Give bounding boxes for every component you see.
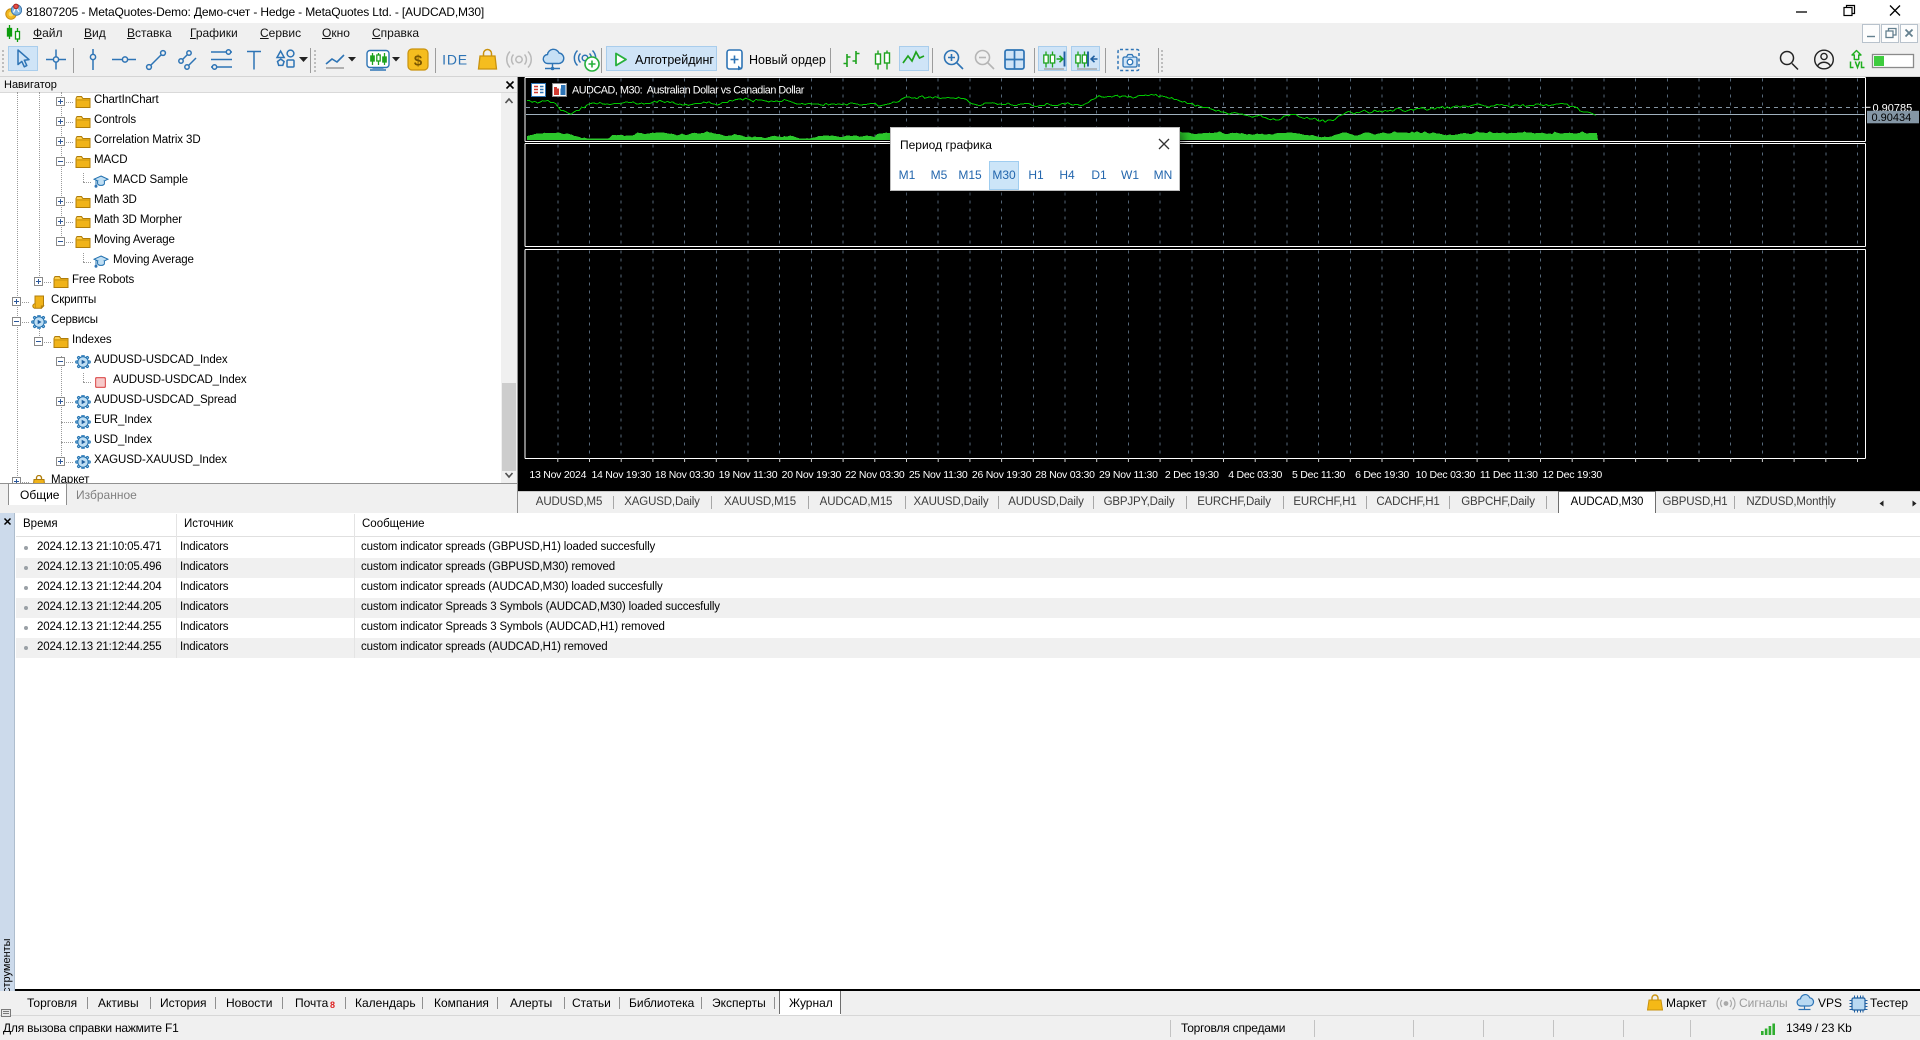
svg-text:13 Nov 2024: 13 Nov 2024	[529, 469, 586, 481]
svg-text:11 Dec 11:30: 11 Dec 11:30	[1480, 469, 1538, 481]
svg-text:$: $	[414, 53, 423, 70]
svg-text:Алготрейдинг: Алготрейдинг	[635, 53, 714, 67]
svg-text:19 Nov 11:30: 19 Nov 11:30	[719, 469, 778, 481]
svg-text:18 Nov 03:30: 18 Nov 03:30	[655, 469, 715, 481]
svg-text:20 Nov 19:30: 20 Nov 19:30	[782, 469, 842, 481]
svg-text:29 Nov 11:30: 29 Nov 11:30	[1099, 469, 1158, 481]
svg-text:22 Nov 03:30: 22 Nov 03:30	[845, 469, 905, 481]
svg-text:0.90434: 0.90434	[1872, 112, 1912, 124]
svg-text:Новый ордер: Новый ордер	[749, 53, 826, 67]
svg-text:28 Nov 03:30: 28 Nov 03:30	[1035, 469, 1095, 481]
svg-text:10 Dec 03:30: 10 Dec 03:30	[1416, 469, 1476, 481]
svg-text:26 Nov 19:30: 26 Nov 19:30	[972, 469, 1032, 481]
svg-text:4 Dec 03:30: 4 Dec 03:30	[1228, 469, 1282, 481]
svg-text:12 Dec 19:30: 12 Dec 19:30	[1542, 469, 1602, 481]
svg-text:AUDCAD, M30: Australian Dolla: AUDCAD, M30: Australian Dollar vs Canadi…	[572, 85, 805, 97]
svg-text:IDE: IDE	[442, 52, 468, 68]
svg-text:6 Dec 19:30: 6 Dec 19:30	[1355, 469, 1409, 481]
svg-text:25 Nov 11:30: 25 Nov 11:30	[909, 469, 968, 481]
svg-text:2 Dec 19:30: 2 Dec 19:30	[1165, 469, 1219, 481]
svg-text:5 Dec 11:30: 5 Dec 11:30	[1292, 469, 1346, 481]
svg-text:14 Nov 19:30: 14 Nov 19:30	[591, 469, 651, 481]
